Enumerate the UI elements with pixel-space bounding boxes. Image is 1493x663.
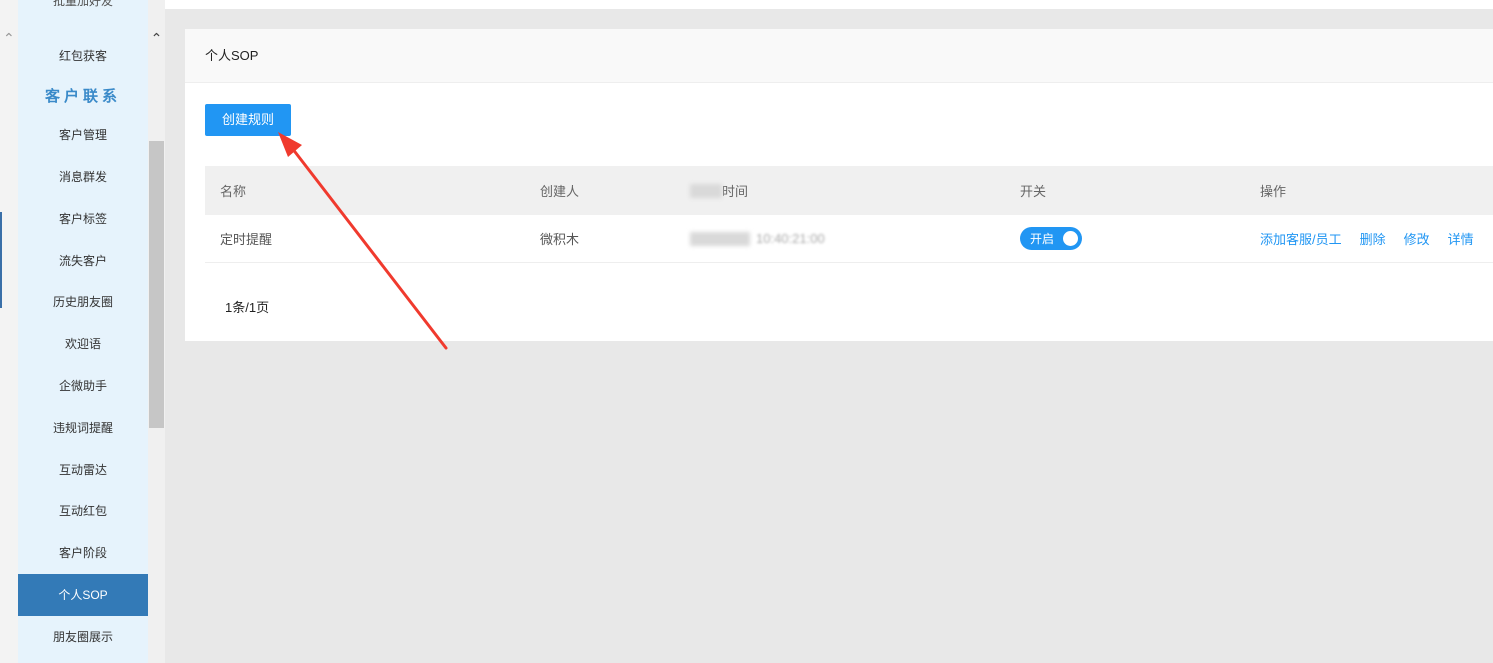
row-switch: 开启 [1020,215,1082,262]
sidebar-item-hongbao-huoke[interactable]: 红包获客 [18,35,148,77]
delete-link[interactable]: 删除 [1360,229,1386,248]
row-creator: 微积木 [540,232,580,247]
sidebar-scrollbar[interactable]: ⌃ [148,0,165,663]
header-time-label: 时间 [722,184,749,199]
header-actions: 操作 [1260,184,1287,199]
toggle-knob [1063,231,1078,246]
left-rail: ⌃ [0,0,18,663]
header-switch: 开关 [1020,184,1047,199]
sidebar-item-mass-message[interactable]: 消息群发 [18,156,148,198]
blurred-region [690,183,722,198]
sidebar-item-violation-words[interactable]: 违规词提醒 [18,407,148,449]
scrollbar-thumb[interactable] [149,141,164,428]
sidebar-item-personal-sop[interactable]: 个人SOP [18,574,148,616]
sidebar: 批量加好友 红包获客 客户联系 客户管理 消息群发 客户标签 流失客户 历史朋友… [18,0,148,663]
sidebar-item-customer-mgmt[interactable]: 客户管理 [18,114,148,156]
row-time: 10:40:21:00 [690,215,825,262]
chevron-up-icon[interactable]: ⌃ [3,30,15,47]
sidebar-item-customer-tags[interactable]: 客户标签 [18,198,148,240]
sidebar-item-moments-display[interactable]: 朋友圈展示 [18,616,148,658]
table-row: 定时提醒 微积木 10:40:21:00 开启 添加客服/员工 删除 修改 详情 [205,215,1493,263]
top-strip [165,0,1493,9]
sidebar-item-welcome[interactable]: 欢迎语 [18,323,148,365]
sidebar-item-assistant[interactable]: 企微助手 [18,365,148,407]
row-actions: 添加客服/员工 删除 修改 详情 [1260,215,1492,262]
sidebar-item-moments-history[interactable]: 历史朋友圈 [18,281,148,323]
panel-header: 个人SOP [185,29,1493,83]
row-time-value: 10:40:21:00 [756,231,825,246]
page-title: 个人SOP [205,48,259,63]
detail-link[interactable]: 详情 [1448,229,1474,248]
header-name: 名称 [220,184,247,199]
content-panel: 个人SOP 创建规则 名称 创建人 时间 开关 操作 定时提醒 微积木 10:4… [185,29,1493,341]
pagination-info: 1条/1页 [225,300,270,315]
create-rule-button[interactable]: 创建规则 [205,104,291,136]
header-creator: 创建人 [540,184,580,199]
sidebar-item-lost-customers[interactable]: 流失客户 [18,240,148,282]
sop-toggle-switch[interactable]: 开启 [1020,227,1082,250]
sidebar-item-interactive-redpacket[interactable]: 互动红包 [18,490,148,532]
table-header: 名称 创建人 时间 开关 操作 [205,166,1493,215]
header-time: 时间 [690,166,748,215]
chevron-up-icon[interactable]: ⌃ [149,30,164,47]
add-staff-link[interactable]: 添加客服/员工 [1260,229,1342,248]
sidebar-item-customer-stage[interactable]: 客户阶段 [18,532,148,574]
sidebar-item-cut[interactable]: 批量加好友 [18,0,148,14]
rail-marker [0,212,2,308]
row-name: 定时提醒 [220,232,273,247]
sidebar-item-radar[interactable]: 互动雷达 [18,449,148,491]
blurred-region [690,231,750,246]
toggle-label: 开启 [1030,232,1055,246]
sidebar-section-title: 客户联系 [44,88,121,105]
edit-link[interactable]: 修改 [1404,229,1430,248]
